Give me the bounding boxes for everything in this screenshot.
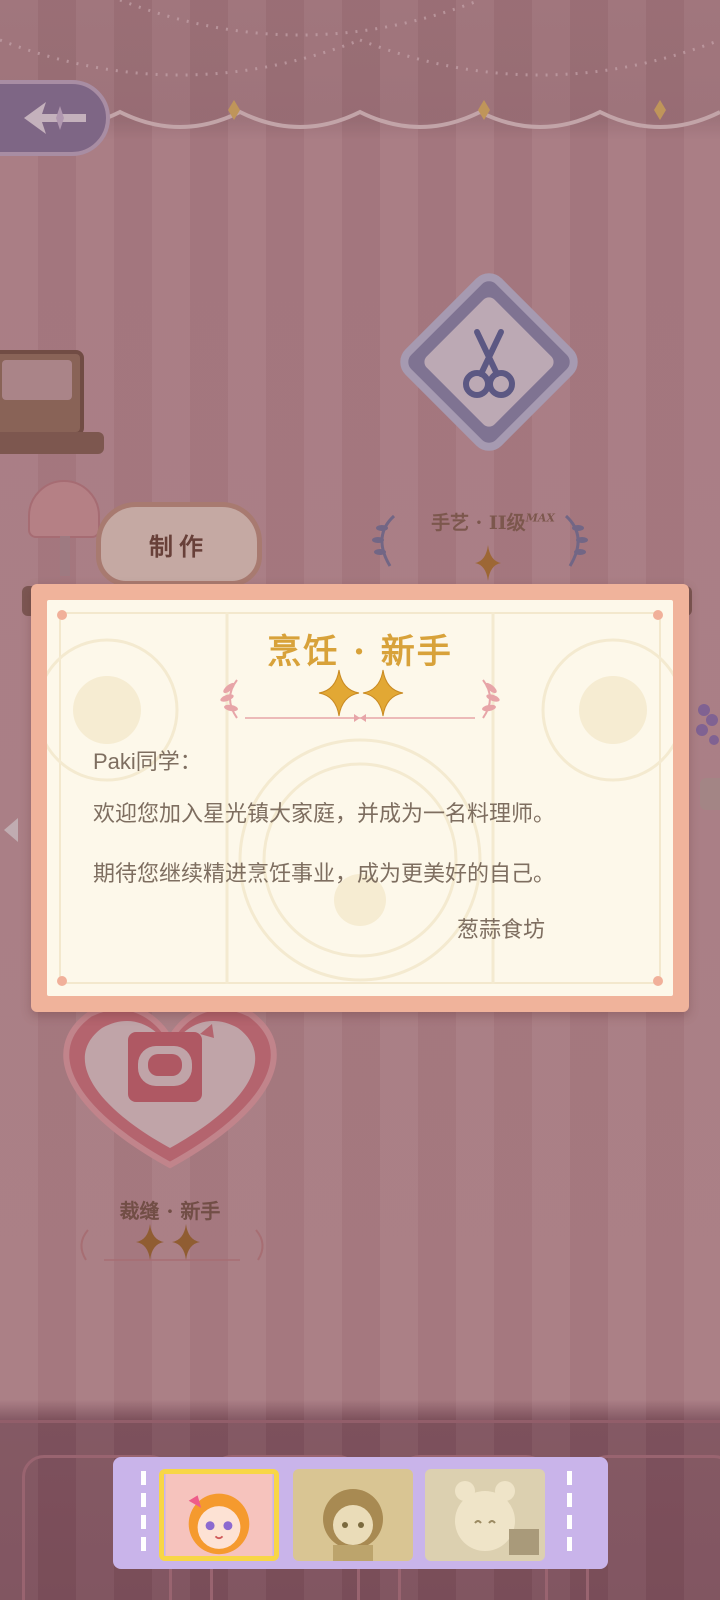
letter-line-1: 欢迎您加入星光镇大家庭，并成为一名料理师。 xyxy=(93,801,556,826)
film-strip-edge xyxy=(141,1471,146,1555)
star-icon xyxy=(362,669,404,717)
star-icon xyxy=(318,669,360,717)
character-portrait-bear-ear-girl[interactable] xyxy=(425,1469,545,1561)
corner-dot xyxy=(653,610,663,620)
corner-dot xyxy=(57,610,67,620)
title-stars xyxy=(318,669,404,717)
film-strip-edge xyxy=(567,1471,572,1555)
certificate-dialog: 烹饪 · 新手 Paki同学： 欢迎您加入星光镇大家庭，并成为一名料理师。 期待… xyxy=(31,584,689,1012)
character-selector xyxy=(113,1457,608,1569)
corner-dot xyxy=(653,976,663,986)
letter-signature: 葱蒜食坊 xyxy=(456,917,545,942)
corner-dot xyxy=(57,976,67,986)
avatar xyxy=(165,1474,273,1556)
avatar xyxy=(293,1469,413,1561)
letter-line-2: 期待您继续精进烹饪事业，成为更美好的自己。 xyxy=(93,861,556,886)
character-portrait-brown-hair-boy[interactable] xyxy=(293,1469,413,1561)
character-portrait-orange-hair-girl[interactable] xyxy=(159,1469,279,1561)
certificate-paper: 烹饪 · 新手 Paki同学： 欢迎您加入星光镇大家庭，并成为一名料理师。 期待… xyxy=(47,600,673,996)
avatar xyxy=(425,1469,545,1561)
letter-greeting: Paki同学： xyxy=(93,749,202,774)
